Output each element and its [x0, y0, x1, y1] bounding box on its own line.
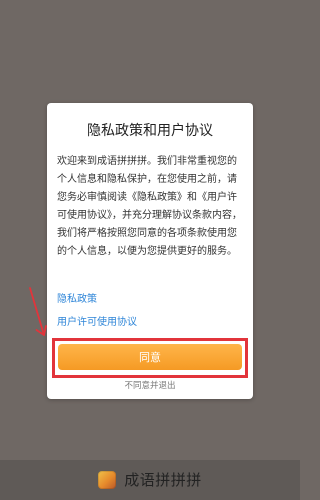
privacy-dialog: 隐私政策和用户协议 欢迎来到成语拼拼拼。我们非常重视您的个人信息和隐私保护，在您… [47, 103, 253, 399]
agree-button[interactable]: 同意 [58, 344, 242, 370]
disagree-exit-button[interactable]: 不同意并退出 [47, 379, 253, 391]
privacy-policy-link[interactable]: 隐私政策 [57, 294, 97, 306]
dialog-body-text: 欢迎来到成语拼拼拼。我们非常重视您的个人信息和隐私保护，在您使用之前，请您务必审… [57, 156, 242, 257]
dialog-title: 隐私政策和用户协议 [87, 123, 213, 139]
red-arrow-icon [29, 287, 47, 336]
bottom-app-bar: 成语拼拼拼 [0, 460, 300, 500]
user-agreement-link[interactable]: 用户许可使用协议 [57, 317, 137, 329]
app-logo-icon [98, 471, 117, 489]
app-name: 成语拼拼拼 [124, 471, 202, 489]
